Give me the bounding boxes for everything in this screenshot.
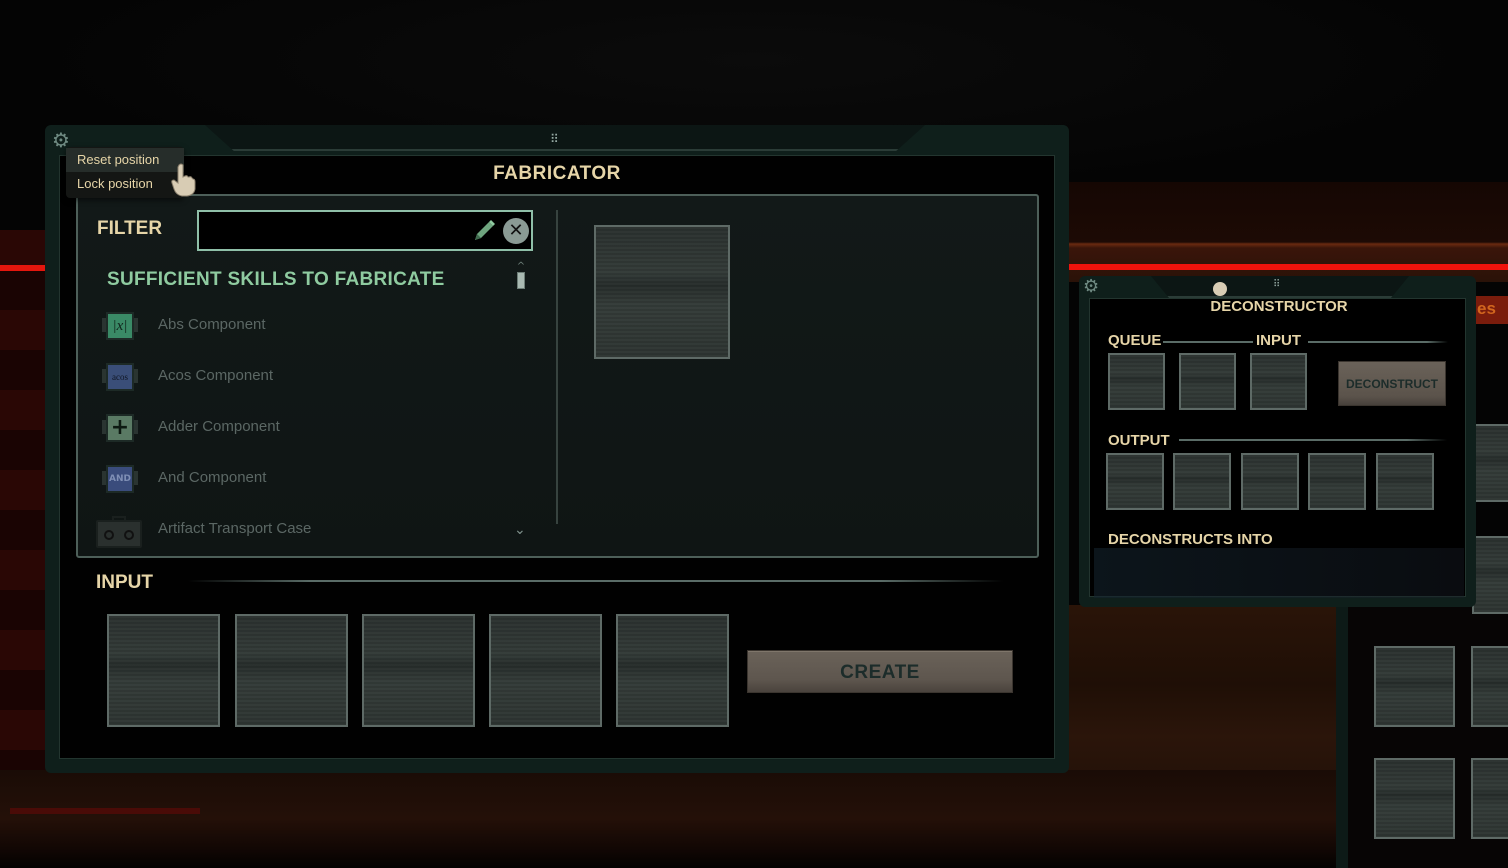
background-pipe [10,808,200,814]
item-label: And Component [158,469,267,486]
input-slot[interactable] [235,614,348,727]
background-inventory-slot[interactable] [1374,646,1455,727]
deconstructor-input-slot[interactable] [1250,353,1307,410]
fabricator-header-bar[interactable] [205,125,925,151]
queue-slot[interactable] [1108,353,1165,410]
input-slot[interactable] [616,614,729,727]
background-inventory-slot[interactable] [1472,536,1508,614]
panel-divider [556,210,558,524]
deconstructor-input-label: INPUT [1256,332,1301,349]
deconstructor-title: DECONSTRUCTOR [1210,298,1348,315]
output-label: OUTPUT [1108,432,1170,449]
deconstructs-into-area [1094,548,1464,598]
background-inventory-slot[interactable] [1471,758,1508,839]
item-label: Adder Component [158,418,280,435]
deconstructor-drag-handle-icon[interactable]: ⠿ [1273,279,1280,290]
output-preview-slot[interactable] [594,225,730,359]
hand-grab-cursor-icon [1213,282,1227,296]
and-component-icon: AND [102,463,138,495]
abs-component-icon: |x| [102,310,138,342]
output-slot[interactable] [1308,453,1366,510]
queue-slot[interactable] [1179,353,1236,410]
settings-context-menu: Reset position Lock position [66,147,184,198]
deconstructor-header-bar[interactable] [1151,276,1409,298]
reset-position-menu-item[interactable]: Reset position [66,148,184,172]
deconstructor-settings-gear-icon[interactable]: ⚙ [1083,278,1101,296]
create-button[interactable]: CREATE [747,650,1013,693]
background-left-wall [0,230,48,770]
background-sign: es [1474,296,1508,324]
input-divider [1308,341,1448,343]
list-item[interactable]: + Adder Component [98,408,518,448]
background-right-laser [1068,264,1508,270]
output-slot[interactable] [1376,453,1434,510]
drag-handle-icon[interactable]: ⠿ [550,132,559,146]
pencil-icon[interactable] [471,218,497,244]
background-column [1336,600,1348,868]
input-label: INPUT [96,572,153,593]
input-slot[interactable] [362,614,475,727]
background-floor [0,770,1340,868]
list-item[interactable]: acos Acos Component [98,357,518,397]
hand-pointer-cursor-icon [171,163,196,197]
deconstructor-window: ⚙ ⠿ DECONSTRUCTOR QUEUE INPUT DECONSTRUC… [1079,276,1476,607]
output-slot[interactable] [1106,453,1164,510]
queue-label: QUEUE [1108,332,1162,349]
adder-component-icon: + [102,412,138,444]
deconstruct-button[interactable]: DECONSTRUCT [1338,361,1446,406]
acos-component-icon: acos [102,361,138,393]
background-inventory-slot[interactable] [1472,424,1508,502]
output-slot[interactable] [1241,453,1299,510]
lock-position-menu-item[interactable]: Lock position [66,172,184,196]
queue-divider [1163,341,1253,343]
fabricator-recipe-panel: FILTER ✕ SUFFICIENT SKILLS TO FABRICATE … [76,194,1039,558]
deconstructs-into-label: DECONSTRUCTS INTO [1108,531,1273,548]
item-label: Acos Component [158,367,274,384]
output-divider [1179,439,1447,441]
item-label: Abs Component [158,316,266,333]
list-item[interactable]: AND And Component [98,459,518,499]
list-item[interactable]: |x| Abs Component [98,306,518,346]
input-slot[interactable] [489,614,602,727]
scroll-up-icon[interactable]: ^ [515,262,527,272]
clear-filter-icon[interactable]: ✕ [503,218,529,244]
scroll-down-icon[interactable]: ⌄ [514,522,526,538]
input-divider [188,580,1003,582]
input-slot[interactable] [107,614,220,727]
item-label: Artifact Transport Case [158,520,312,537]
list-item[interactable]: Artifact Transport Case [96,510,518,550]
scrollbar-thumb[interactable] [517,272,525,289]
output-slot[interactable] [1173,453,1231,510]
background-inventory-slot[interactable] [1374,758,1455,839]
filter-label: FILTER [97,218,163,239]
sufficient-skills-heading: SUFFICIENT SKILLS TO FABRICATE [107,269,445,290]
artifact-transport-case-icon [96,514,144,548]
background-inventory-slot[interactable] [1471,646,1508,727]
background-left-laser [0,265,48,271]
fabricator-title: FABRICATOR [493,163,621,184]
recipe-list-scrollbar[interactable]: ^ [515,262,527,293]
fabricator-window: ⚙ ⠿ FABRICATOR FILTER ✕ SUFFICIENT SKILL… [45,125,1069,773]
